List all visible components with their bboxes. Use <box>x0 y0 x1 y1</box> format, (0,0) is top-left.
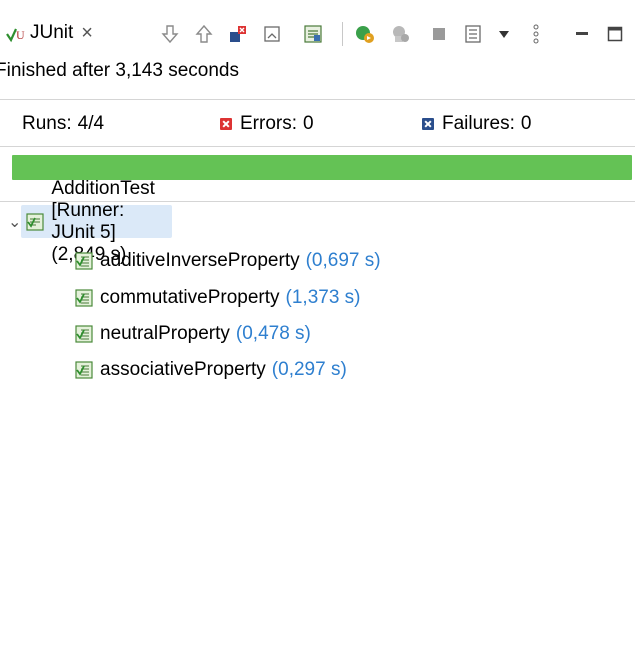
rerun-icon[interactable] <box>352 23 378 45</box>
runs-value: 4/4 <box>77 113 105 134</box>
rerun-failed-first-icon[interactable] <box>388 23 414 45</box>
scroll-lock-icon[interactable] <box>260 23 284 45</box>
expand-chevron-icon[interactable]: ⌄ <box>8 212 21 232</box>
test-duration: (0,478 s) <box>235 322 311 344</box>
svg-text:U: U <box>16 28 25 42</box>
tab-title: JUnit <box>30 22 74 43</box>
test-duration: (1,373 s) <box>285 286 361 308</box>
test-duration: (0,697 s) <box>305 249 381 271</box>
tree-root-row[interactable]: ⌄ AdditionTest [Runner: JUnit 5] (2,849 … <box>8 178 172 265</box>
test-success-icon <box>74 360 94 380</box>
tree-item[interactable]: neutralProperty (0,478 s) <box>74 317 311 350</box>
view-menu-arrow-icon[interactable] <box>494 23 514 45</box>
previous-failure-icon[interactable] <box>192 23 216 45</box>
test-suite-success-icon <box>25 212 45 232</box>
junit-tab-icon: U <box>4 22 26 44</box>
test-success-icon <box>74 288 94 308</box>
runs-label: Runs: <box>22 113 72 134</box>
layout-icon[interactable] <box>460 23 486 45</box>
view-tab-bar: U JUnit × <box>0 0 635 60</box>
test-name: commutativeProperty <box>100 286 280 308</box>
test-success-icon <box>74 251 94 271</box>
error-icon <box>220 118 232 130</box>
root-selection[interactable]: AdditionTest [Runner: JUnit 5] (2,849 s) <box>21 178 172 265</box>
test-history-icon[interactable] <box>300 23 326 45</box>
test-name: additiveInverseProperty <box>100 249 300 271</box>
junit-tab[interactable]: U JUnit × <box>4 19 93 47</box>
test-progress-bar <box>12 155 632 180</box>
tree-item[interactable]: associativeProperty (0,297 s) <box>74 353 347 386</box>
test-duration: (0,297 s) <box>271 358 347 380</box>
overflow-menu-icon[interactable] <box>526 23 546 45</box>
close-tab-button[interactable]: × <box>81 23 93 43</box>
errors-value: 0 <box>303 113 314 134</box>
tree-item[interactable]: additiveInverseProperty (0,697 s) <box>74 244 381 277</box>
errors-label: Errors: <box>240 113 297 134</box>
failures-only-icon[interactable] <box>226 23 250 45</box>
failures-value: 0 <box>520 113 532 134</box>
test-name: associativeProperty <box>100 358 266 380</box>
failures-label: Failures: <box>442 113 515 134</box>
tree-item[interactable]: commutativeProperty (1,373 s) <box>74 281 361 314</box>
failures-counter: Failures: 0 <box>422 113 531 135</box>
toolbar-separator <box>342 22 343 46</box>
maximize-icon[interactable] <box>604 23 626 45</box>
stop-icon[interactable] <box>428 23 450 45</box>
next-failure-icon[interactable] <box>158 23 182 45</box>
status-message: Finished after 3,143 seconds <box>0 60 239 81</box>
test-name: neutralProperty <box>100 322 230 344</box>
failure-icon <box>422 118 434 130</box>
runs-counter: Runs: 4/4 <box>22 113 104 135</box>
minimize-icon[interactable] <box>572 23 592 45</box>
counter-panel: Runs: 4/4 Errors: 0 Failures: 0 <box>0 99 635 147</box>
test-success-icon <box>74 324 94 344</box>
errors-counter: Errors: 0 <box>220 113 314 135</box>
